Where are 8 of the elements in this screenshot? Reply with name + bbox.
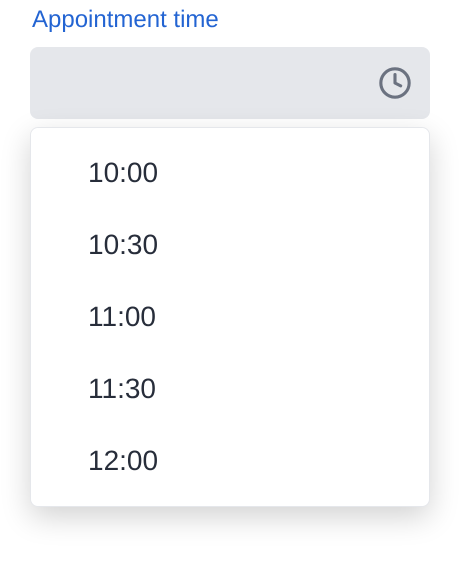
time-option[interactable]: 10:00 [31, 137, 429, 209]
clock-icon [378, 66, 412, 100]
time-field[interactable] [30, 47, 430, 119]
field-label: Appointment time [32, 6, 219, 33]
time-option[interactable]: 11:00 [31, 281, 429, 353]
time-option[interactable]: 11:30 [31, 353, 429, 425]
time-option[interactable]: 10:30 [31, 209, 429, 281]
time-option[interactable]: 12:00 [31, 425, 429, 497]
